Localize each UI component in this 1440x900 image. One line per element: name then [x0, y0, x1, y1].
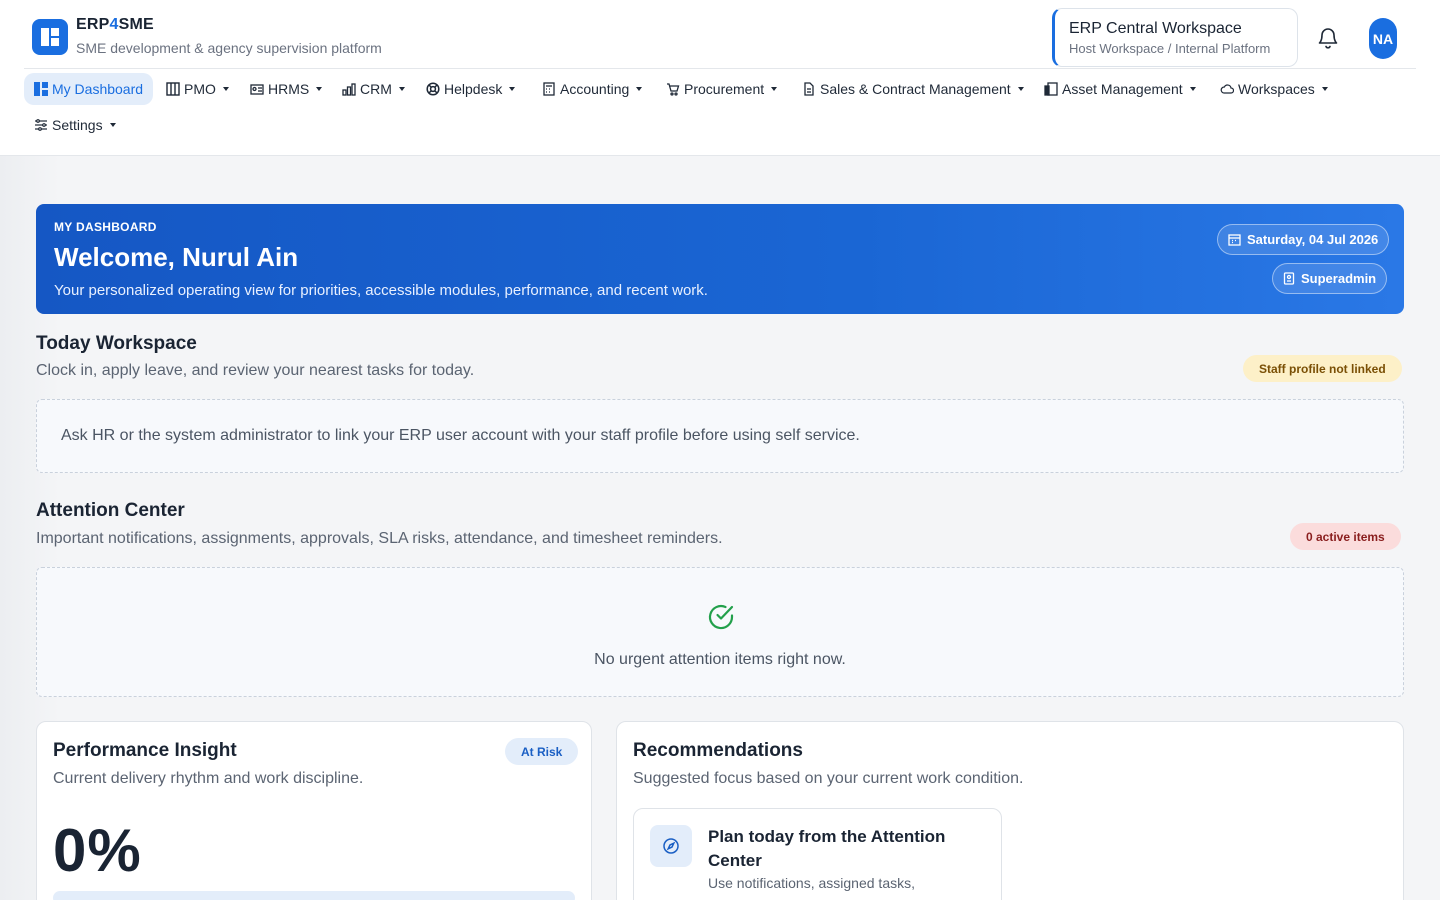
check-circle-icon — [706, 602, 736, 632]
recommendations-subtitle: Suggested focus based on your current wo… — [633, 770, 1024, 787]
bar-chart-icon — [342, 82, 356, 96]
role-pill: Superadmin — [1272, 263, 1388, 294]
devices-icon — [1044, 82, 1058, 96]
nav-item-helpdesk[interactable]: Helpdesk — [416, 73, 525, 105]
brand-name-prefix: ERP — [76, 16, 110, 33]
chevron-down-icon — [1189, 87, 1196, 91]
cloud-icon — [1220, 82, 1235, 96]
today-workspace-subtitle: Clock in, apply leave, and review your n… — [36, 362, 475, 379]
nav-label: My Dashboard — [52, 81, 144, 97]
performance-insight-card: Performance Insight Current delivery rhy… — [36, 721, 592, 900]
nav-label: HRMS — [268, 81, 310, 97]
nav-label: Asset Management — [1062, 81, 1183, 97]
performance-value: 0% — [53, 817, 142, 884]
notification-bell-icon[interactable] — [1316, 26, 1340, 50]
chevron-down-icon — [222, 87, 229, 91]
nav-label: Workspaces — [1238, 81, 1315, 97]
brand-logo-icon — [32, 19, 68, 55]
calculator-icon — [542, 82, 556, 96]
nav-item-pmo[interactable]: PMO — [156, 73, 239, 105]
nav-label: Sales & Contract Management — [820, 81, 1011, 97]
nav-item-hrms[interactable]: HRMS — [240, 73, 332, 105]
recommendations-title: Recommendations — [633, 740, 803, 761]
calendar-icon — [1228, 233, 1241, 246]
nav-item-accounting[interactable]: Accounting — [532, 73, 652, 105]
lifebuoy-icon — [426, 82, 440, 96]
hero-role: Superadmin — [1301, 271, 1377, 286]
nav-item-settings[interactable]: Settings — [24, 109, 126, 141]
nav-label: CRM — [360, 81, 392, 97]
kanban-icon — [166, 82, 180, 96]
staff-profile-badge: Staff profile not linked — [1243, 355, 1402, 382]
chevron-down-icon — [636, 87, 643, 91]
cart-icon — [666, 82, 680, 96]
recommendation-title: Plan today from the Attention Center — [708, 827, 946, 870]
compass-icon — [650, 825, 692, 867]
active-items-badge: 0 active items — [1290, 523, 1401, 550]
user-avatar[interactable]: NA — [1369, 18, 1397, 59]
brand[interactable]: ERP4SME SME development & agency supervi… — [32, 16, 382, 56]
workspace-title: ERP Central Workspace — [1069, 20, 1242, 37]
top-header: ERP4SME SME development & agency supervi… — [0, 0, 1440, 156]
chevron-down-icon — [398, 87, 405, 91]
id-card-icon — [250, 82, 264, 96]
performance-status-badge: At Risk — [505, 738, 579, 765]
chevron-down-icon — [1017, 87, 1024, 91]
document-icon — [802, 82, 816, 96]
performance-title: Performance Insight — [53, 740, 237, 761]
nav-label: Accounting — [560, 81, 630, 97]
performance-progress-track — [53, 891, 575, 900]
dashboard-icon — [34, 82, 48, 96]
nav-item-my-dashboard[interactable]: My Dashboard — [24, 73, 154, 105]
chevron-down-icon — [109, 123, 116, 127]
brand-name: ERP4SME — [76, 16, 382, 34]
hero-kicker: MY DASHBOARD — [54, 220, 157, 234]
chevron-down-icon — [1321, 87, 1328, 91]
hero-title: Welcome, Nurul Ain — [54, 242, 299, 272]
chevron-down-icon — [316, 87, 323, 91]
badge-icon — [1283, 272, 1295, 285]
workspace-switcher[interactable]: ERP Central Workspace Host Workspace / I… — [1052, 8, 1298, 67]
nav-divider — [24, 68, 1416, 69]
attention-center-title: Attention Center — [36, 500, 185, 521]
nav-label: PMO — [184, 81, 216, 97]
date-pill: Saturday, 04 Jul 2026 — [1217, 224, 1390, 255]
today-workspace-notice: Ask HR or the system administrator to li… — [36, 399, 1404, 473]
nav-item-procurement[interactable]: Procurement — [656, 73, 787, 105]
nav-label: Settings — [52, 117, 103, 133]
nav-label: Helpdesk — [444, 81, 503, 97]
recommendation-item[interactable]: Plan today from the Attention Center Use… — [633, 808, 1002, 900]
attention-empty-state: No urgent attention items right now. — [36, 567, 1404, 697]
brand-name-suffix: SME — [118, 16, 154, 33]
chevron-down-icon — [771, 87, 778, 91]
recommendations-card: Recommendations Suggested focus based on… — [616, 721, 1404, 900]
attention-empty-message: No urgent attention items right now. — [594, 651, 846, 668]
nav-item-asset-management[interactable]: Asset Management — [1034, 73, 1206, 105]
chevron-down-icon — [509, 87, 516, 91]
today-workspace-title: Today Workspace — [36, 333, 197, 354]
hero-date: Saturday, 04 Jul 2026 — [1247, 232, 1379, 247]
nav-label: Procurement — [684, 81, 765, 97]
recommendation-description: Use notifications, assigned tasks, — [708, 875, 915, 891]
nav-item-workspaces[interactable]: Workspaces — [1210, 73, 1338, 105]
hero-description: Your personalized operating view for pri… — [54, 282, 708, 299]
nav-item-crm[interactable]: CRM — [332, 73, 415, 105]
workspace-subtitle: Host Workspace / Internal Platform — [1069, 41, 1271, 56]
attention-center-subtitle: Important notifications, assignments, ap… — [36, 530, 723, 547]
brand-subtitle: SME development & agency supervision pla… — [76, 40, 382, 56]
today-workspace-message: Ask HR or the system administrator to li… — [61, 427, 860, 444]
welcome-hero: MY DASHBOARD Welcome, Nurul Ain Your per… — [36, 204, 1404, 314]
nav-item-sales-contract[interactable]: Sales & Contract Management — [792, 73, 1034, 105]
brand-name-accent: 4 — [109, 16, 119, 33]
performance-subtitle: Current delivery rhythm and work discipl… — [53, 770, 364, 787]
sliders-icon — [34, 118, 48, 132]
